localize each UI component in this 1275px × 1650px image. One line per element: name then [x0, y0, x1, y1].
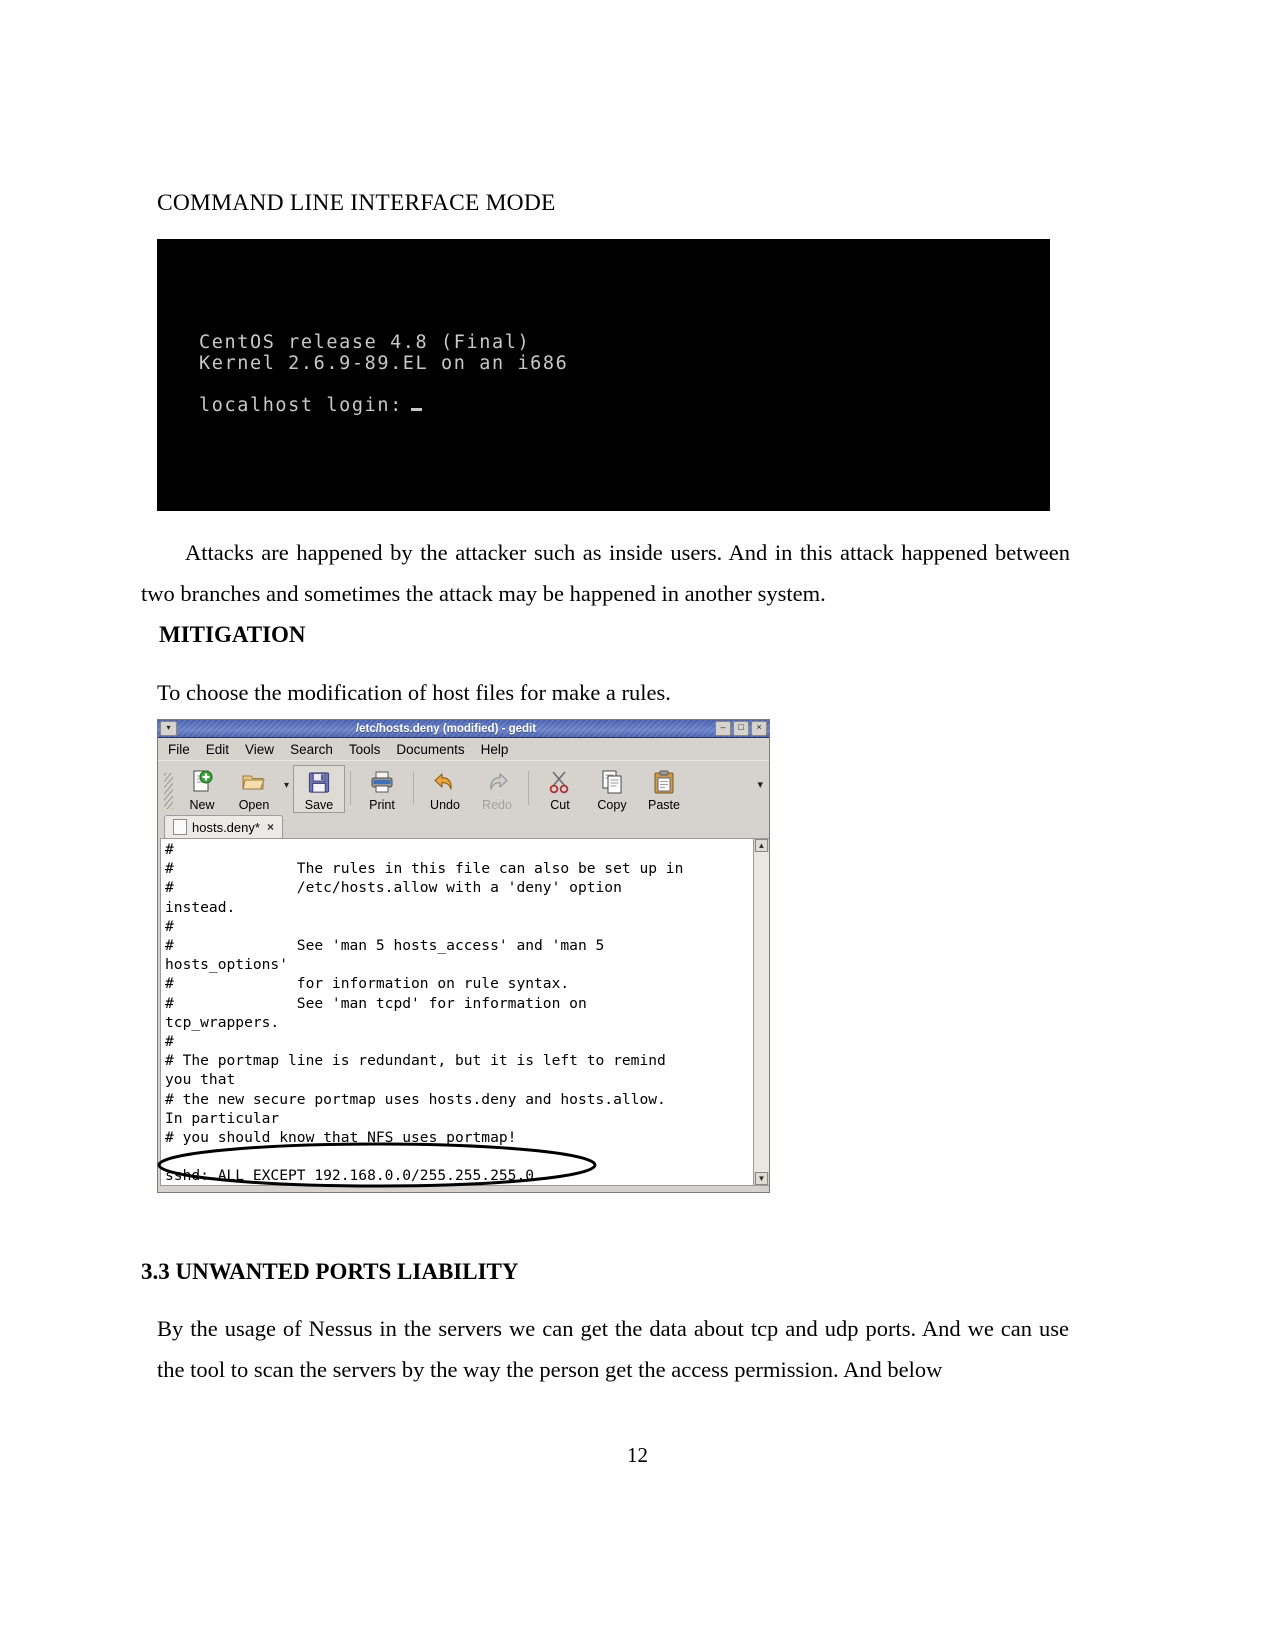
text-editor[interactable]: # # The rules in this file can also be s… [161, 839, 753, 1185]
undo-arrow-icon [434, 773, 452, 790]
paste-button[interactable]: Paste [638, 765, 690, 813]
mitigation-heading: MITIGATION [159, 622, 306, 647]
scroll-up-icon[interactable]: ▲ [755, 839, 768, 852]
terminal-cursor [410, 408, 422, 411]
copy-button-label: Copy [597, 798, 627, 812]
maximize-button[interactable]: □ [733, 721, 749, 736]
redo-button-label: Redo [482, 798, 512, 812]
gedit-menubar: File Edit View Search Tools Documents He… [158, 738, 769, 760]
gedit-toolbar: New Open ▾ Save Print Undo Redo Cut Copy… [158, 760, 769, 813]
terminal-screenshot: CentOS release 4.8 (Final) Kernel 2.6.9-… [157, 239, 1050, 511]
redo-button: Redo [471, 765, 523, 813]
terminal-release-line: CentOS release 4.8 (Final) [199, 332, 531, 353]
paste-clipboard-icon [654, 770, 674, 794]
menu-file[interactable]: File [168, 742, 190, 757]
document-icon [173, 819, 187, 835]
menu-tools[interactable]: Tools [349, 742, 381, 757]
open-button[interactable]: Open [228, 765, 280, 813]
gedit-window: ▾ /etc/hosts.deny (modified) - gedit – □… [157, 719, 770, 1193]
tab-close-icon[interactable]: × [267, 820, 274, 834]
redo-arrow-icon [490, 773, 508, 790]
new-button[interactable]: New [176, 765, 228, 813]
save-button-label: Save [304, 798, 334, 812]
terminal-kernel-line: Kernel 2.6.9-89.EL on an i686 [199, 353, 569, 374]
save-button[interactable]: Save [293, 765, 345, 813]
undo-button[interactable]: Undo [419, 765, 471, 813]
gedit-tabstrip: hosts.deny* × [158, 813, 769, 838]
gedit-title-text: /etc/hosts.deny (modified) - gedit [355, 722, 537, 735]
close-button[interactable]: × [751, 721, 767, 736]
scroll-down-icon[interactable]: ▼ [755, 1172, 768, 1185]
page-title: COMMAND LINE INTERFACE MODE [157, 190, 556, 216]
page-number: 12 [627, 1443, 648, 1467]
toolbar-separator-2 [413, 771, 414, 805]
section-heading-3-3: 3.3 UNWANTED PORTS LIABILITY [141, 1259, 519, 1284]
menu-view[interactable]: View [245, 742, 274, 757]
cut-button-label: Cut [550, 798, 570, 812]
window-menu-icon[interactable]: ▾ [160, 721, 177, 736]
menu-help[interactable]: Help [481, 742, 509, 757]
cut-button[interactable]: Cut [534, 765, 586, 813]
minimize-button[interactable]: – [715, 721, 731, 736]
paragraph-attacks: Attacks are happened by the attacker suc… [141, 540, 1070, 606]
toolbar-separator-3 [528, 771, 529, 805]
window-controls: – □ × [715, 721, 767, 736]
menu-documents[interactable]: Documents [396, 742, 464, 757]
cut-scissors-icon [549, 771, 569, 794]
print-icon [371, 771, 393, 793]
vertical-scrollbar[interactable]: ▲ ▼ [753, 839, 769, 1185]
open-button-label: Open [238, 798, 270, 812]
toolbar-grip-handle[interactable] [164, 773, 173, 809]
save-floppy-icon [308, 772, 330, 793]
paragraph-ports: By the usage of Nessus in the servers we… [157, 1316, 1069, 1382]
toolbar-overflow-icon[interactable]: ▾ [757, 778, 763, 791]
gedit-titlebar: ▾ /etc/hosts.deny (modified) - gedit – □… [158, 720, 769, 738]
copy-icon [602, 770, 622, 794]
login-prompt-text: localhost login: [199, 395, 403, 416]
document-page: COMMAND LINE INTERFACE MODE CentOS relea… [0, 0, 1275, 1650]
tab-hosts-deny[interactable]: hosts.deny* × [164, 815, 283, 838]
paste-button-label: Paste [648, 798, 680, 812]
copy-button[interactable]: Copy [586, 765, 638, 813]
undo-button-label: Undo [430, 798, 460, 812]
new-button-label: New [189, 798, 215, 812]
terminal-login-prompt: localhost login: [199, 395, 422, 416]
tab-label: hosts.deny* [192, 819, 260, 835]
new-document-icon [193, 770, 213, 792]
gedit-editor-area: # # The rules in this file can also be s… [160, 838, 769, 1186]
print-button[interactable]: Print [356, 765, 408, 813]
open-folder-icon [242, 775, 265, 790]
paragraph-mitigation: To choose the modification of host files… [157, 680, 671, 705]
print-button-label: Print [369, 798, 395, 812]
menu-edit[interactable]: Edit [206, 742, 229, 757]
scrollbar-track[interactable] [754, 852, 769, 1172]
menu-search[interactable]: Search [290, 742, 333, 757]
toolbar-separator-1 [350, 771, 351, 805]
open-dropdown-icon[interactable]: ▾ [280, 780, 293, 791]
